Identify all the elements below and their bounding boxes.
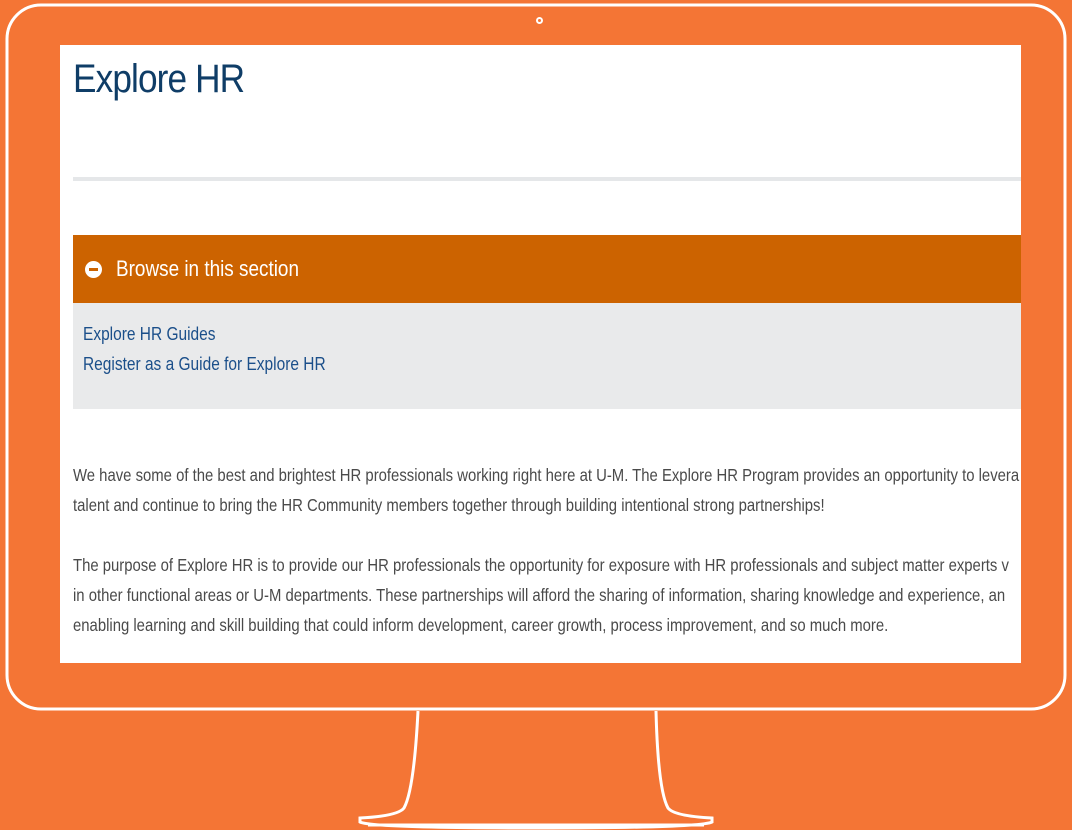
purpose-paragraph-line: The purpose of Explore HR is to provide …: [73, 555, 1009, 575]
intro-paragraph: We have some of the best and brightest H…: [73, 460, 1020, 520]
page-title: Explore HR: [73, 57, 245, 101]
camera-icon: [536, 17, 543, 24]
minus-circle-icon[interactable]: [85, 260, 102, 278]
browse-section-panel: Explore HR Guides Register as a Guide fo…: [73, 303, 1021, 409]
purpose-paragraph-line: in other functional areas or U-M departm…: [73, 585, 1006, 605]
title-divider: [73, 177, 1021, 181]
browse-section-label: Browse in this section: [116, 256, 299, 281]
link-explore-hr-guides[interactable]: Explore HR Guides: [83, 319, 900, 349]
browse-section-toggle[interactable]: Browse in this section: [73, 235, 1021, 303]
intro-paragraph-line: talent and continue to bring the HR Comm…: [73, 495, 825, 515]
monitor-illustration: Explore HR Browse in this section Explor…: [0, 0, 1072, 830]
intro-paragraph-line: We have some of the best and brightest H…: [73, 465, 1020, 485]
purpose-paragraph-line: enabling learning and skill building tha…: [73, 615, 889, 635]
link-register-as-guide[interactable]: Register as a Guide for Explore HR: [83, 349, 900, 379]
monitor-screen: Explore HR Browse in this section Explor…: [57, 45, 1026, 666]
purpose-paragraph: The purpose of Explore HR is to provide …: [73, 550, 1009, 640]
